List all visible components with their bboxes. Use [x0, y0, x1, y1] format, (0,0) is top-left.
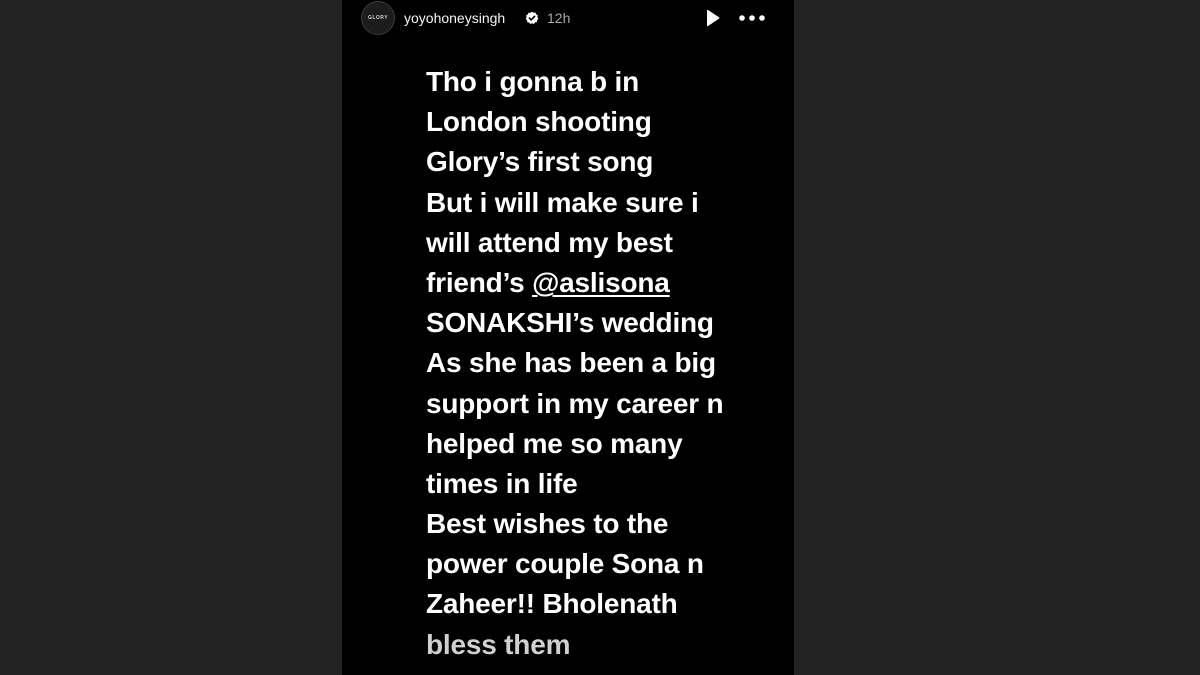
story-line-5: will attend my best: [426, 226, 673, 258]
story-text-block: Tho i gonna b in London shooting Glory’s…: [426, 62, 786, 665]
avatar-logo-text: GLORY: [367, 15, 389, 21]
story-line-3: Glory’s first song: [426, 146, 654, 178]
story-viewer[interactable]: GLORY yoyohoneysingh 12h Tho i gonna b i…: [342, 0, 794, 675]
mention-link[interactable]: @aslisona: [532, 267, 670, 298]
page-backdrop: GLORY yoyohoneysingh 12h Tho i gonna b i…: [0, 0, 1200, 675]
story-line-14: Zaheer!! Bholenath: [426, 588, 678, 620]
verified-badge-icon: [525, 11, 539, 24]
avatar[interactable]: GLORY: [361, 1, 395, 35]
story-line-4: But i will make sure i: [426, 186, 699, 218]
play-icon[interactable]: [702, 8, 722, 28]
story-timestamp: 12h: [547, 10, 571, 26]
story-line-6: friend’s @aslisona: [426, 263, 786, 303]
story-line-1: Tho i gonna b in: [426, 66, 639, 97]
story-line-12: Best wishes to the: [426, 508, 669, 540]
story-line-10: helped me so many: [426, 427, 683, 459]
story-line-13: power couple Sona n: [426, 548, 704, 580]
story-line-6-text: friend’s: [426, 266, 533, 298]
more-options-icon[interactable]: [738, 8, 766, 28]
story-line-9: support in my career n: [426, 387, 724, 419]
story-header: GLORY yoyohoneysingh 12h: [342, 0, 794, 38]
story-line-15: bless them: [426, 628, 571, 660]
story-line-2: London shooting: [426, 106, 652, 138]
story-line-11: times in life: [426, 467, 578, 499]
story-line-7: SONAKSHI’s wedding: [426, 307, 714, 339]
story-line-8: As she has been a big: [426, 347, 716, 379]
username[interactable]: yoyohoneysingh: [404, 9, 505, 27]
